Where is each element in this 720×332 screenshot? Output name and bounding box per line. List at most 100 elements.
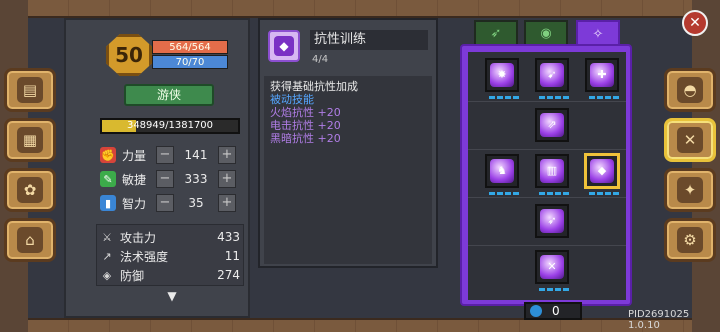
skill-detail-title: 抗性训练	[310, 30, 428, 50]
strength-plus-button[interactable]: +	[218, 146, 236, 164]
wood-border-top	[28, 0, 692, 18]
intellect-plus-button[interactable]: +	[218, 194, 236, 212]
tab-book[interactable]: ▤	[4, 68, 56, 112]
map-icon: ▦	[17, 127, 43, 153]
arcane-icon: ✧	[592, 26, 604, 42]
skill-node-arrow[interactable]: ➹	[535, 58, 569, 92]
skill-description-text: 获得基础抗性加成	[270, 80, 358, 93]
combat-row-defense: ◈ 防御 274	[100, 266, 240, 284]
volley-icon: ⇗	[540, 113, 564, 137]
skill-rank-dots	[539, 288, 569, 291]
bag-icon: ⌂	[17, 227, 43, 253]
tree-divider	[468, 101, 626, 102]
wand-icon: ↗	[102, 249, 112, 263]
arrow-icon: ➹	[540, 63, 564, 87]
shield-icon: ◆	[590, 159, 614, 183]
tab-compass[interactable]: ✦	[664, 168, 716, 212]
combat-label: 防御	[120, 268, 145, 283]
combat-row-attack: ⚔ 攻击力 433	[100, 228, 240, 246]
skill-node-pillar[interactable]: ▥	[535, 154, 569, 188]
close-button[interactable]: ✕	[682, 10, 708, 36]
skill-rank-dots	[539, 96, 569, 99]
skill-node-burst[interactable]: ✸	[485, 58, 519, 92]
feather-icon: ✎	[100, 171, 116, 187]
stat-label: 力量	[122, 148, 147, 163]
agility-plus-button[interactable]: +	[218, 170, 236, 188]
mp-bar: 70/70	[152, 55, 228, 69]
pillar-icon: ▥	[540, 159, 564, 183]
plus-icon: ✚	[590, 63, 614, 87]
skill-effect-shock: 电击抗性 +20	[270, 119, 341, 132]
skill-node-resistance-training[interactable]: ◆	[585, 154, 619, 188]
gear-map-icon: ✿	[17, 177, 43, 203]
bow-icon: ➶	[490, 25, 502, 41]
burst-icon: ✸	[490, 63, 514, 87]
combat-label: 攻击力	[120, 230, 157, 245]
skill-rank-dots	[539, 192, 569, 195]
wood-border-bottom	[28, 318, 692, 332]
version-label: PID2691025 1.0.10	[628, 309, 690, 331]
skill-effect-fire: 火焰抗性 +20	[270, 106, 341, 119]
tab-skills[interactable]: ✕	[664, 118, 716, 162]
book-icon: ▤	[17, 77, 43, 103]
strength-minus-button[interactable]: −	[156, 146, 174, 164]
agility-minus-button[interactable]: −	[156, 170, 174, 188]
stat-row-intellect: ▮ 智力 − 35 +	[100, 192, 242, 214]
combat-label: 法术强度	[120, 249, 169, 264]
stat-value: 141	[184, 148, 208, 162]
eye-icon: ◉	[540, 25, 552, 41]
stat-label: 敏捷	[122, 172, 147, 187]
skill-node-volley[interactable]: ⇗	[535, 108, 569, 142]
tree-tab-eye[interactable]: ◉	[524, 20, 568, 46]
tab-map[interactable]: ▦	[4, 118, 56, 162]
stat-row-strength: ✊ 力量 − 141 +	[100, 144, 242, 166]
skill-detail-level: 4/4	[312, 54, 329, 65]
stat-value: 333	[184, 172, 208, 186]
crossfire-icon: ✕	[540, 255, 564, 279]
class-button[interactable]: 游侠	[124, 84, 214, 106]
tab-helmet[interactable]: ◓	[664, 68, 716, 112]
tree-tab-bow[interactable]: ➶	[474, 20, 518, 46]
shield-icon: ◆	[274, 36, 294, 56]
skill-node-pierce[interactable]: ➶	[535, 204, 569, 238]
skill-node-wolf[interactable]: ♞	[485, 154, 519, 188]
skill-rank-dots	[589, 96, 619, 99]
stat-label: 智力	[122, 196, 147, 211]
stat-row-agility: ✎ 敏捷 − 333 +	[100, 168, 242, 190]
skill-detail-icon: ◆	[268, 30, 300, 62]
tab-settings[interactable]: ⚙	[664, 218, 716, 262]
skill-effect-dark: 黑暗抗性 +20	[270, 132, 341, 145]
skill-node-crossfire[interactable]: ✕	[535, 250, 569, 284]
helmet-icon: ◓	[677, 77, 703, 103]
sword-icon: ⚔	[102, 230, 112, 244]
compass-icon: ✦	[677, 177, 703, 203]
wolf-icon: ♞	[490, 159, 514, 183]
skill-type-text: 被动技能	[270, 93, 314, 106]
intellect-minus-button[interactable]: −	[156, 194, 174, 212]
exp-bar: 348949/1381700	[100, 118, 240, 134]
chevron-down-icon[interactable]: ▼	[156, 290, 188, 302]
tab-gear-map[interactable]: ✿	[4, 168, 56, 212]
tab-bag[interactable]: ⌂	[4, 218, 56, 262]
book-icon: ▮	[100, 195, 116, 211]
combat-value: 274	[217, 268, 240, 282]
skill-point-icon	[530, 305, 542, 317]
exp-text: 348949/1381700	[126, 120, 214, 131]
skill-points-value: 0	[552, 304, 560, 318]
combat-row-spell: ↗ 法术强度 11	[100, 247, 240, 265]
settings-icon: ⚙	[677, 227, 703, 253]
pierce-icon: ➶	[540, 209, 564, 233]
combat-value: 433	[217, 230, 240, 244]
crossed-swords-icon: ✕	[677, 127, 703, 153]
skill-node-heal[interactable]: ✚	[585, 58, 619, 92]
skill-points-box: 0	[524, 302, 582, 320]
skill-detail-description: 获得基础抗性加成 被动技能 火焰抗性 +20 电击抗性 +20 黑暗抗性 +20	[264, 76, 432, 264]
fist-icon: ✊	[100, 147, 116, 163]
tree-divider	[468, 197, 626, 198]
tree-divider	[468, 245, 626, 246]
stat-value: 35	[188, 196, 204, 210]
shield-icon: ◈	[102, 268, 112, 282]
skill-rank-dots	[489, 96, 519, 99]
skill-rank-dots	[589, 192, 619, 195]
combat-value: 11	[224, 249, 240, 263]
